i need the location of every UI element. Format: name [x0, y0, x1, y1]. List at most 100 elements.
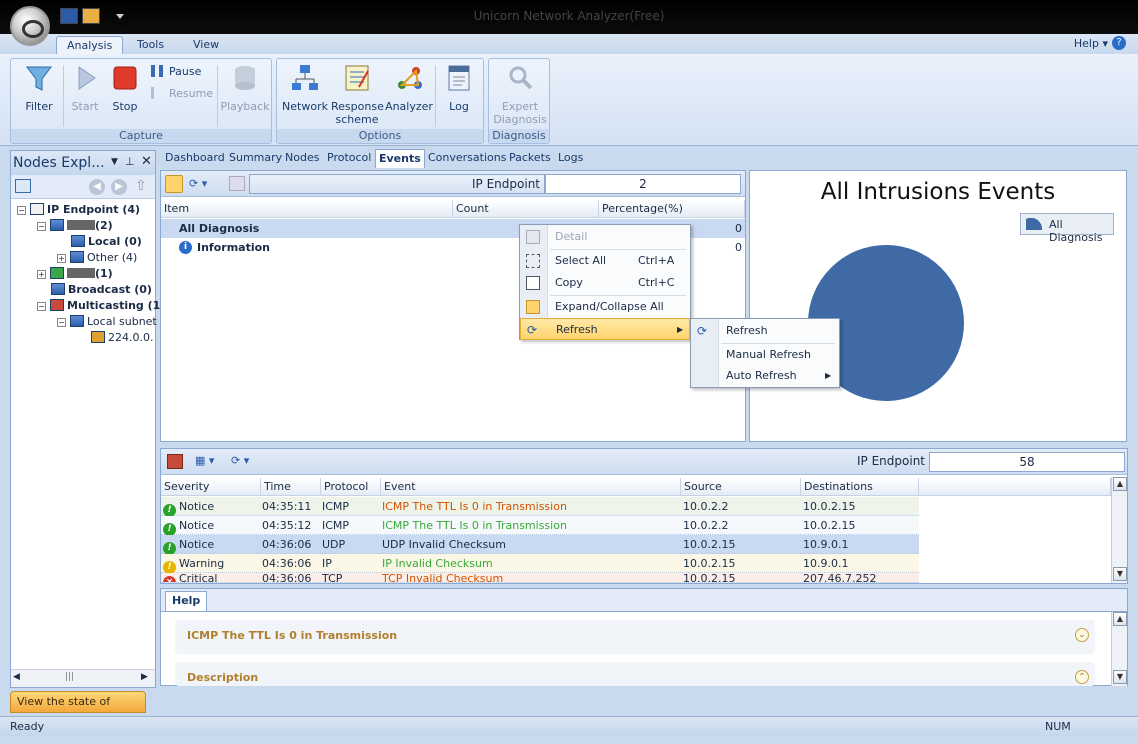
scroll-down-icon[interactable]: ▼: [1113, 567, 1127, 581]
col-severity[interactable]: Severity: [161, 478, 261, 496]
pause-button[interactable]: Pause: [151, 65, 201, 78]
computer-icon: [71, 235, 85, 247]
scroll-right-icon[interactable]: ▶: [141, 672, 148, 682]
tab-tools[interactable]: Tools: [127, 36, 174, 54]
tab-dashboard[interactable]: Dashboard: [165, 151, 225, 164]
table-row[interactable]: ! Warning 04:36:06 IP IP Invalid Checksum…: [161, 554, 919, 574]
refresh-submenu: ⟳ Refresh Manual Refresh Auto Refresh ▶: [690, 318, 840, 388]
up-icon[interactable]: ⇧: [135, 178, 147, 194]
help-menu-label: Help: [1073, 37, 1099, 50]
response-scheme-button[interactable]: Response scheme: [331, 63, 384, 126]
back-icon[interactable]: ◀: [89, 179, 105, 195]
tree-item-ip-endpoint[interactable]: − IP Endpoint (4): [17, 202, 140, 218]
filter-button[interactable]: Filter: [19, 63, 59, 113]
network-button[interactable]: Network: [281, 63, 329, 113]
tab-nodes[interactable]: Nodes: [285, 151, 319, 164]
panel-dropdown-icon[interactable]: ▼: [111, 157, 118, 167]
tree-item-local[interactable]: Local (0): [71, 234, 142, 250]
forward-icon[interactable]: ▶: [111, 179, 127, 195]
tab-packets[interactable]: Packets: [509, 151, 551, 164]
menu-item-expand-collapse[interactable]: Expand/Collapse All: [520, 296, 690, 318]
col-time[interactable]: Time: [261, 478, 321, 496]
events-vertical-scrollbar[interactable]: ▲ ▼: [1111, 477, 1127, 583]
table-row[interactable]: ! Notice 04:35:12 ICMP ICMP The TTL Is 0 …: [161, 516, 919, 536]
submenu-item-refresh[interactable]: ⟳ Refresh: [691, 320, 839, 342]
tree-item-local-subnet[interactable]: − Local subnet: [57, 314, 157, 330]
help-card-description[interactable]: Description ⌃: [175, 662, 1095, 686]
tab-logs[interactable]: Logs: [558, 151, 583, 164]
tab-events[interactable]: Events: [375, 149, 425, 168]
stop-button[interactable]: Stop: [107, 63, 143, 113]
close-icon[interactable]: ✕: [141, 154, 152, 169]
checklist-icon: [345, 65, 369, 91]
expand-collapse-icon[interactable]: [165, 175, 183, 193]
destination-cell: 10.0.2.15: [803, 500, 856, 513]
tree-item-other[interactable]: + Other (4): [57, 250, 137, 266]
col-protocol[interactable]: Protocol: [321, 478, 381, 496]
tab-summary[interactable]: Summary: [229, 151, 282, 164]
collapse-icon[interactable]: ⌄: [1075, 628, 1089, 642]
tab-help[interactable]: Help: [165, 591, 208, 611]
scroll-thumb[interactable]: |||: [65, 672, 74, 682]
tab-view[interactable]: View: [183, 36, 229, 54]
nodes-explorer-title: Nodes Expl...: [13, 155, 105, 171]
expand-icon[interactable]: ⌃: [1075, 670, 1089, 684]
menu-item-refresh[interactable]: ⟳ Refresh ▶: [520, 318, 690, 340]
refresh-dropdown-icon[interactable]: ⟳ ▾: [189, 177, 207, 190]
col-event[interactable]: Event: [381, 478, 681, 496]
tree-item-multicast-address[interactable]: 224.0.0.: [91, 330, 153, 346]
pin-icon[interactable]: ⊥: [125, 155, 135, 168]
qat-dropdown-icon[interactable]: [116, 14, 124, 19]
tree-item-multicasting[interactable]: − Multicasting (1: [37, 298, 160, 314]
app-menu-button[interactable]: [10, 6, 50, 46]
analyzer-label: Analyzer: [385, 100, 433, 113]
scroll-left-icon[interactable]: ◀: [13, 672, 20, 682]
menu-item-select-all[interactable]: Select All Ctrl+A: [520, 250, 690, 272]
col-source[interactable]: Source: [681, 478, 801, 496]
source-cell: 10.0.2.2: [683, 519, 729, 532]
events-detail-toolbar: ▦ ▾ ⟳ ▾ IP Endpoint 58: [161, 449, 1127, 475]
resume-button[interactable]: Resume: [151, 87, 213, 100]
tab-analysis[interactable]: Analysis: [56, 36, 124, 54]
scroll-up-icon[interactable]: ▲: [1113, 477, 1127, 491]
tree-item-group-2[interactable]: + (1): [37, 266, 113, 282]
open-folder-icon[interactable]: [82, 8, 100, 24]
start-button[interactable]: Start: [67, 63, 103, 113]
table-row[interactable]: ! Notice 04:36:06 UDP UDP Invalid Checksu…: [161, 535, 919, 555]
horizontal-scrollbar[interactable]: ◀ ||| ▶: [11, 669, 155, 687]
network-tree-icon[interactable]: [15, 179, 31, 193]
detail-icon[interactable]: [229, 176, 245, 191]
playback-button[interactable]: Playback: [219, 63, 271, 113]
save-events-icon[interactable]: [167, 454, 183, 469]
col-destinations[interactable]: Destinations: [801, 478, 919, 496]
menu-item-copy[interactable]: Copy Ctrl+C: [520, 272, 690, 294]
log-button[interactable]: Log: [439, 63, 479, 113]
col-count[interactable]: Count: [453, 200, 599, 218]
help-icon[interactable]: ?: [1112, 36, 1126, 50]
col-percentage[interactable]: Percentage(%): [599, 200, 745, 218]
scroll-up-icon[interactable]: ▲: [1113, 612, 1127, 626]
severity-cell: Notice: [179, 500, 215, 513]
ip-endpoint-count: 2: [545, 174, 741, 194]
analyzer-button[interactable]: Analyzer: [385, 63, 433, 113]
tree-item-broadcast[interactable]: Broadcast (0): [51, 282, 152, 298]
help-title-text: ICMP The TTL Is 0 in Transmission: [187, 629, 398, 642]
help-vertical-scrollbar[interactable]: ▲ ▼: [1111, 612, 1127, 686]
tab-protocol[interactable]: Protocol: [327, 151, 371, 164]
state-tab[interactable]: View the state of Unicorn.: [10, 691, 146, 728]
table-row[interactable]: × Critical 04:36:06 TCP TCP Invalid Check…: [161, 573, 919, 583]
col-item[interactable]: Item: [161, 200, 453, 218]
event-cell: ICMP The TTL Is 0 in Transmission: [382, 519, 567, 532]
scroll-down-icon[interactable]: ▼: [1113, 670, 1127, 684]
submenu-item-manual-refresh[interactable]: Manual Refresh: [691, 344, 839, 366]
help-menu[interactable]: Help ▾: [1074, 37, 1108, 50]
tab-conversations[interactable]: Conversations: [428, 151, 506, 164]
save-icon[interactable]: [60, 8, 78, 24]
menu-item-detail[interactable]: Detail: [520, 226, 690, 248]
submenu-item-auto-refresh[interactable]: Auto Refresh ▶: [691, 365, 839, 387]
table-row[interactable]: ! Notice 04:35:11 ICMP ICMP The TTL Is 0 …: [161, 497, 919, 517]
help-card-title[interactable]: ICMP The TTL Is 0 in Transmission ⌄: [175, 620, 1095, 654]
expert-diagnosis-button[interactable]: Expert Diagnosis: [491, 63, 549, 126]
log-dropdown-icon[interactable]: ▦ ▾: [195, 454, 214, 467]
tree-item-group-1[interactable]: − (2): [37, 218, 113, 234]
